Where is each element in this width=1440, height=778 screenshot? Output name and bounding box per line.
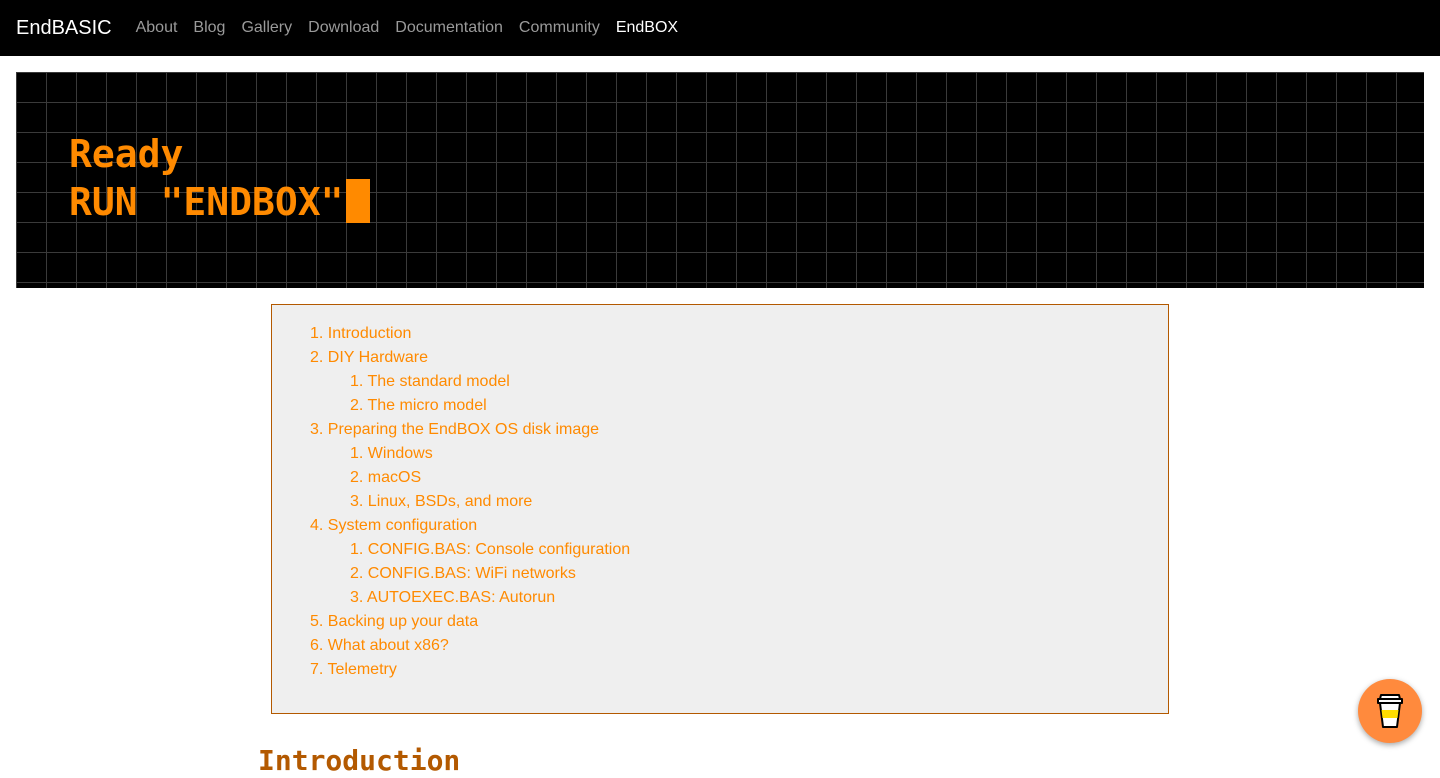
toc-link-linux-bsds[interactable]: 3. Linux, BSDs, and more bbox=[350, 493, 532, 510]
toc-subitem: 1. Windows bbox=[350, 442, 630, 466]
toc-link-backing-up[interactable]: 5. Backing up your data bbox=[310, 613, 478, 630]
toc-item: 3. Preparing the EndBOX OS disk image 1.… bbox=[310, 418, 630, 514]
brand-link[interactable]: EndBASIC bbox=[16, 0, 112, 56]
toc-link-system-configuration[interactable]: 4. System configuration bbox=[310, 517, 477, 534]
toc-item: 7. Telemetry bbox=[310, 658, 630, 682]
toc-list: 1. Introduction 2. DIY Hardware 1. The s… bbox=[310, 322, 630, 682]
toc-subitem: 1. CONFIG.BAS: Console configuration bbox=[350, 538, 630, 562]
toc-subitem: 3. Linux, BSDs, and more bbox=[350, 490, 630, 514]
toc-item: 6. What about x86? bbox=[310, 634, 630, 658]
nav-link-about[interactable]: About bbox=[136, 19, 178, 37]
section-heading-introduction: Introduction bbox=[258, 744, 461, 777]
toc-link-autorun[interactable]: 3. AUTOEXEC.BAS: Autorun bbox=[350, 589, 555, 606]
toc-link-macos[interactable]: 2. macOS bbox=[350, 469, 421, 486]
toc-link-wifi-networks[interactable]: 2. CONFIG.BAS: WiFi networks bbox=[350, 565, 576, 582]
hero-line-ready: Ready bbox=[69, 132, 184, 176]
toc-subitem: 3. AUTOEXEC.BAS: Autorun bbox=[350, 586, 630, 610]
toc-sublist: 1. The standard model 2. The micro model bbox=[310, 370, 630, 418]
toc-item: 1. Introduction bbox=[310, 322, 630, 346]
toc-subitem: 2. macOS bbox=[350, 466, 630, 490]
top-navbar: EndBASIC About Blog Gallery Download Doc… bbox=[0, 0, 1440, 56]
toc-link-console-configuration[interactable]: 1. CONFIG.BAS: Console configuration bbox=[350, 541, 630, 558]
table-of-contents: 1. Introduction 2. DIY Hardware 1. The s… bbox=[271, 304, 1169, 714]
toc-link-telemetry[interactable]: 7. Telemetry bbox=[310, 661, 397, 678]
hero-line-run: RUN "ENDBOX" bbox=[69, 180, 344, 224]
toc-subitem: 1. The standard model bbox=[350, 370, 630, 394]
coffee-cup-icon bbox=[1377, 694, 1403, 728]
nav-link-endbox[interactable]: EndBOX bbox=[616, 19, 678, 37]
hero-terminal-text: Ready RUN "ENDBOX" bbox=[69, 130, 370, 226]
buy-me-a-coffee-button[interactable] bbox=[1358, 679, 1422, 743]
nav-link-blog[interactable]: Blog bbox=[193, 19, 225, 37]
toc-link-windows[interactable]: 1. Windows bbox=[350, 445, 433, 462]
toc-subitem: 2. CONFIG.BAS: WiFi networks bbox=[350, 562, 630, 586]
nav-link-documentation[interactable]: Documentation bbox=[395, 19, 503, 37]
nav-link-gallery[interactable]: Gallery bbox=[241, 19, 292, 37]
toc-item: 4. System configuration 1. CONFIG.BAS: C… bbox=[310, 514, 630, 610]
blinking-cursor-icon bbox=[345, 179, 370, 223]
nav-link-community[interactable]: Community bbox=[519, 19, 600, 37]
toc-sublist: 1. CONFIG.BAS: Console configuration 2. … bbox=[310, 538, 630, 610]
toc-link-introduction[interactable]: 1. Introduction bbox=[310, 325, 411, 342]
toc-sublist: 1. Windows 2. macOS 3. Linux, BSDs, and … bbox=[310, 442, 630, 514]
nav-link-download[interactable]: Download bbox=[308, 19, 379, 37]
hero-banner: Ready RUN "ENDBOX" bbox=[16, 72, 1424, 288]
toc-link-x86[interactable]: 6. What about x86? bbox=[310, 637, 449, 654]
toc-item: 5. Backing up your data bbox=[310, 610, 630, 634]
toc-subitem: 2. The micro model bbox=[350, 394, 630, 418]
toc-link-preparing-disk-image[interactable]: 3. Preparing the EndBOX OS disk image bbox=[310, 421, 599, 438]
toc-item: 2. DIY Hardware 1. The standard model 2.… bbox=[310, 346, 630, 418]
toc-link-diy-hardware[interactable]: 2. DIY Hardware bbox=[310, 349, 428, 366]
toc-link-micro-model[interactable]: 2. The micro model bbox=[350, 397, 487, 414]
toc-link-standard-model[interactable]: 1. The standard model bbox=[350, 373, 510, 390]
